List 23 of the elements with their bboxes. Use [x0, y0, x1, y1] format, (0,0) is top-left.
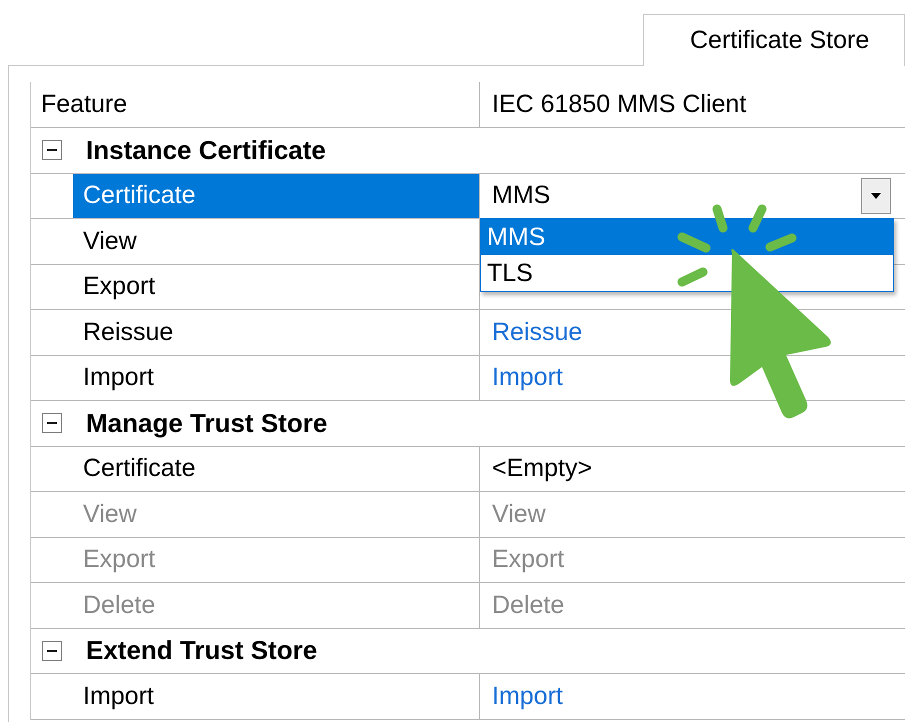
category-title: Instance Certificate: [85, 134, 326, 167]
property-name[interactable]: Certificate: [73, 446, 480, 491]
category-title: Extend Trust Store: [85, 634, 318, 668]
link[interactable]: Import: [492, 363, 563, 392]
property-name[interactable]: Reissue: [73, 310, 480, 354]
collapse-icon[interactable]: [42, 413, 62, 434]
link[interactable]: Reissue: [492, 318, 582, 347]
caret-icon[interactable]: [861, 178, 891, 214]
property-name[interactable]: Export: [73, 264, 480, 309]
collapse-icon[interactable]: [42, 640, 62, 661]
column-header: IEC 61850 MMS Client: [491, 89, 748, 120]
property-name[interactable]: Import: [73, 674, 480, 718]
tab[interactable]: Certificate Store: [643, 14, 905, 66]
collapse-icon[interactable]: [42, 140, 62, 160]
property-name[interactable]: View: [73, 219, 480, 264]
property-name[interactable]: Certificate: [73, 174, 480, 218]
dropdown-option[interactable]: MMS: [481, 219, 893, 255]
property-value: <Empty>: [492, 454, 592, 484]
dropdown-option[interactable]: TLS: [481, 255, 893, 291]
category-title: Manage Trust Store: [85, 406, 328, 440]
link[interactable]: Import: [492, 682, 563, 711]
column-header: Feature: [31, 82, 480, 127]
property-name[interactable]: Import: [73, 356, 480, 400]
